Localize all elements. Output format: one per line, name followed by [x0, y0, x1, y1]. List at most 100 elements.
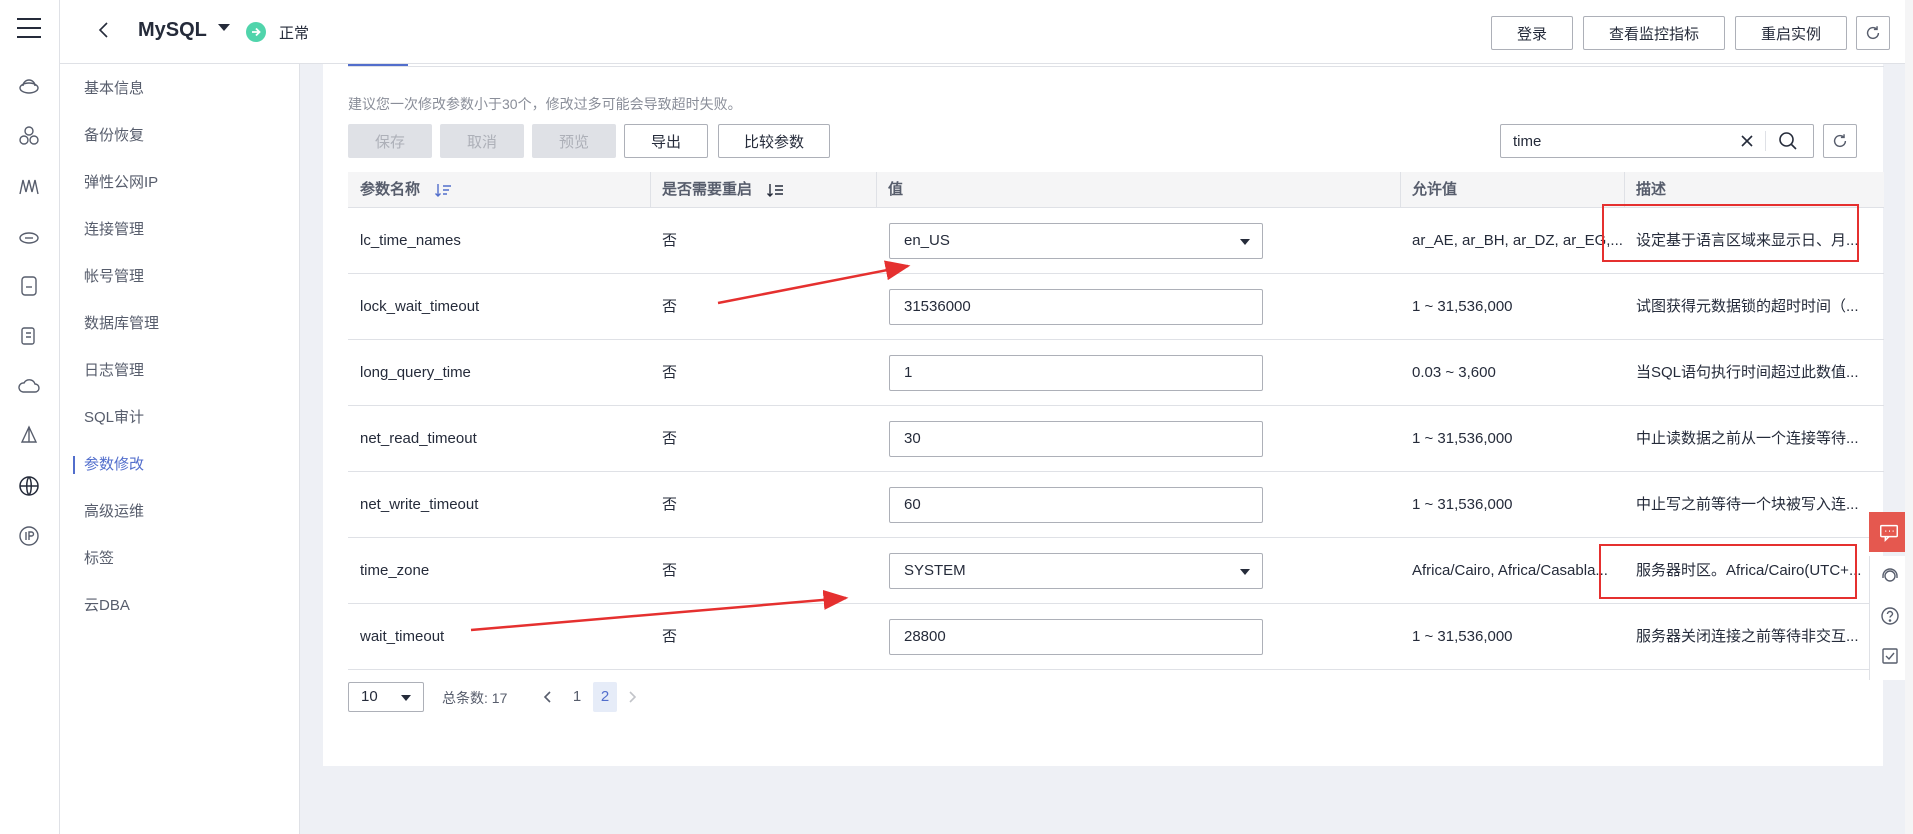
- sort-icon[interactable]: [766, 182, 784, 198]
- preview-button[interactable]: 预览: [532, 124, 616, 158]
- menu-icon[interactable]: [17, 18, 41, 38]
- table-row: wait_timeout 否 28800 1 ~ 31,536,000 服务器关…: [348, 604, 1884, 670]
- parameters-panel: 建议您一次修改参数小于30个，修改过多可能会导致超时失败。 保存 取消 预览 导…: [323, 64, 1884, 766]
- submenu-item-accounts[interactable]: 帐号管理: [60, 262, 300, 292]
- param-name: net_write_timeout: [360, 496, 479, 513]
- back-icon[interactable]: [94, 18, 114, 42]
- view-monitor-button[interactable]: 查看监控指标: [1583, 16, 1725, 50]
- param-description[interactable]: 服务器时区。Africa/Cairo(UTC+...: [1624, 538, 1884, 604]
- table-row: long_query_time 否 1 0.03 ~ 3,600 当SQL语句执…: [348, 340, 1884, 406]
- restart-required: 否: [662, 364, 678, 381]
- value-input[interactable]: 31536000: [889, 289, 1263, 325]
- value-input[interactable]: 1: [889, 355, 1263, 391]
- param-description[interactable]: 服务器关闭连接之前等待非交互...: [1624, 604, 1884, 670]
- clear-search-icon[interactable]: [1738, 132, 1756, 150]
- submenu-item-eip[interactable]: 弹性公网IP: [60, 168, 300, 198]
- value-select[interactable]: SYSTEM: [889, 553, 1263, 589]
- status-ok-icon: [246, 22, 266, 42]
- param-name: wait_timeout: [360, 628, 445, 645]
- restart-required: 否: [662, 298, 678, 315]
- chevron-down-icon: [1240, 239, 1250, 245]
- submenu-item-sql-audit[interactable]: SQL审计: [60, 403, 300, 433]
- instance-submenu: 基本信息 备份恢复 弹性公网IP 连接管理 帐号管理 数据库管理 日志管理 SQ…: [60, 64, 300, 834]
- value-input[interactable]: 28800: [889, 619, 1263, 655]
- chevron-down-icon: [401, 695, 411, 701]
- login-button[interactable]: 登录: [1491, 16, 1573, 50]
- allowed-values: 1 ~ 31,536,000: [1412, 298, 1513, 315]
- page-button-current[interactable]: 2: [593, 682, 617, 712]
- submenu-item-tags[interactable]: 标签: [60, 544, 300, 574]
- cancel-button[interactable]: 取消: [440, 124, 524, 158]
- refresh-header-button[interactable]: [1856, 16, 1890, 50]
- total-count: 总条数: 17: [442, 690, 508, 706]
- param-description[interactable]: 当SQL语句执行时间超过此数值...: [1624, 340, 1884, 406]
- param-description[interactable]: 中止写之前等待一个块被写入连...: [1624, 472, 1884, 538]
- instance-title[interactable]: MySQL: [138, 19, 207, 42]
- chevron-down-icon[interactable]: [218, 24, 230, 31]
- allowed-values: 1 ~ 31,536,000: [1412, 628, 1513, 645]
- param-search-input[interactable]: [1513, 131, 1733, 151]
- sort-icon[interactable]: [434, 182, 452, 198]
- value-input[interactable]: 30: [889, 421, 1263, 457]
- submenu-item-parameters[interactable]: 参数修改: [60, 450, 300, 480]
- column-header-description: 描述: [1636, 181, 1667, 198]
- page-size-select[interactable]: 10: [348, 682, 424, 712]
- page-size-value: 10: [361, 688, 378, 705]
- help-icon[interactable]: [1880, 606, 1900, 626]
- status-label: 正常: [279, 25, 310, 42]
- save-button[interactable]: 保存: [348, 124, 432, 158]
- edit-hint: 建议您一次修改参数小于30个，修改过多可能会导致超时失败。: [348, 96, 742, 112]
- cloud-icon[interactable]: [17, 374, 41, 398]
- param-search-box: [1500, 124, 1814, 158]
- cluster-icon[interactable]: [17, 124, 41, 148]
- param-name: time_zone: [360, 562, 430, 579]
- next-page-icon[interactable]: [623, 688, 641, 706]
- value-select[interactable]: en_US: [889, 223, 1263, 259]
- cloud-server-icon[interactable]: [17, 74, 41, 98]
- storage-icon[interactable]: [17, 224, 41, 248]
- value-input[interactable]: 60: [889, 487, 1263, 523]
- chat-icon[interactable]: [1869, 512, 1909, 552]
- globe-icon[interactable]: [17, 474, 41, 498]
- search-icon[interactable]: [1777, 130, 1799, 152]
- feedback-icon[interactable]: [1880, 646, 1900, 666]
- support-icon[interactable]: [1880, 566, 1900, 586]
- value-select-text: en_US: [904, 232, 950, 249]
- param-description[interactable]: 设定基于语言区域来显示日、月...: [1624, 208, 1884, 274]
- submenu-item-logs[interactable]: 日志管理: [60, 356, 300, 386]
- network-icon[interactable]: [17, 174, 41, 198]
- restart-required: 否: [662, 430, 678, 447]
- param-description[interactable]: 中止读数据之前从一个连接等待...: [1624, 406, 1884, 472]
- refresh-icon: [1866, 26, 1880, 40]
- ip-icon[interactable]: [17, 524, 41, 548]
- allowed-values: Africa/Cairo, Africa/Casabla...: [1412, 562, 1608, 579]
- column-header-restart[interactable]: 是否需要重启: [650, 172, 876, 208]
- table-row: time_zone 否 SYSTEM Africa/Cairo, Africa/…: [348, 538, 1884, 604]
- refresh-table-button[interactable]: [1823, 124, 1857, 158]
- page-button[interactable]: 1: [565, 682, 589, 712]
- submenu-item-backup-restore[interactable]: 备份恢复: [60, 121, 300, 151]
- refresh-icon: [1833, 134, 1847, 148]
- column-restart-label: 是否需要重启: [662, 181, 753, 198]
- restart-instance-button[interactable]: 重启实例: [1735, 16, 1847, 50]
- submenu-item-advanced-ops[interactable]: 高级运维: [60, 497, 300, 527]
- submenu-item-basic-info[interactable]: 基本信息: [60, 74, 300, 104]
- submenu-item-databases[interactable]: 数据库管理: [60, 309, 300, 339]
- restart-required: 否: [662, 628, 678, 645]
- table-header: 参数名称 是否需要重启 值 允许值 描述: [348, 172, 1884, 208]
- param-name: lock_wait_timeout: [360, 298, 480, 315]
- sail-icon[interactable]: [17, 424, 41, 448]
- column-header-value: 值: [888, 181, 904, 198]
- submenu-item-cloud-dba[interactable]: 云DBA: [60, 591, 300, 621]
- scrollbar[interactable]: [1905, 0, 1913, 834]
- export-button[interactable]: 导出: [624, 124, 708, 158]
- database-icon[interactable]: [17, 274, 41, 298]
- global-nav-rail: [0, 0, 60, 834]
- param-description[interactable]: 试图获得元数据锁的超时时间（...: [1624, 274, 1884, 340]
- column-header-name[interactable]: 参数名称: [348, 172, 650, 208]
- submenu-item-connection[interactable]: 连接管理: [60, 215, 300, 245]
- document-db-icon[interactable]: [17, 324, 41, 348]
- allowed-values: ar_AE, ar_BH, ar_DZ, ar_EG,...: [1412, 232, 1623, 249]
- compare-params-button[interactable]: 比较参数: [718, 124, 830, 158]
- prev-page-icon[interactable]: [539, 688, 557, 706]
